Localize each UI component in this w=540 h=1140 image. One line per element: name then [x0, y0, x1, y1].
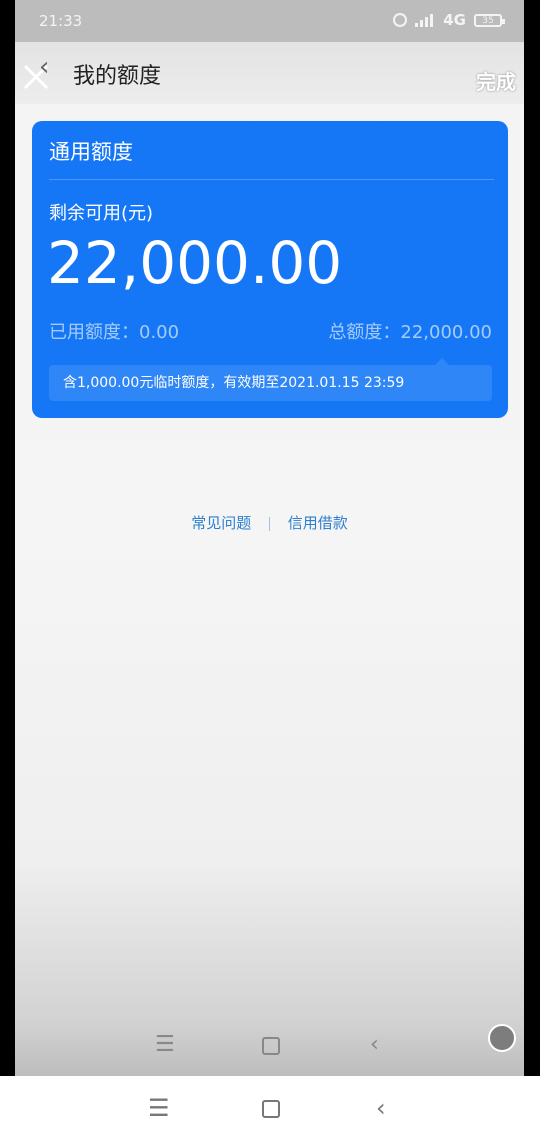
- back-icon[interactable]: ‹: [376, 1094, 386, 1122]
- system-nav-bar: ☰ ‹: [0, 1076, 540, 1140]
- done-button[interactable]: 完成: [476, 66, 516, 95]
- menu-icon[interactable]: ☰: [155, 1032, 175, 1057]
- card-divider: [49, 179, 494, 180]
- inner-nav-bar: ☰ ‹: [15, 1012, 524, 1076]
- faq-link[interactable]: 常见问题: [191, 514, 251, 532]
- remaining-amount: 22,000.00: [47, 229, 343, 297]
- credit-loan-link[interactable]: 信用借款: [288, 514, 348, 532]
- credit-limit-card: 通用额度 剩余可用(元) 22,000.00 已用额度：0.00 总额度：22,…: [32, 121, 508, 418]
- alarm-icon: [393, 13, 408, 27]
- status-time: 21:33: [39, 12, 83, 30]
- back-icon[interactable]: ‹: [370, 1032, 379, 1057]
- total-credit-label: 总额度：22,000.00: [328, 322, 492, 343]
- signal-icon: [415, 13, 435, 27]
- title-bar: ‹ 我的额度 完成: [15, 42, 524, 104]
- link-separator: [269, 516, 270, 531]
- home-icon[interactable]: [262, 1037, 280, 1055]
- home-icon[interactable]: [262, 1100, 280, 1118]
- card-title: 通用额度: [49, 140, 133, 164]
- back-chevron-icon[interactable]: ‹: [39, 52, 49, 82]
- page-title: 我的额度: [73, 64, 162, 89]
- help-links: 常见问题 信用借款: [15, 512, 524, 533]
- status-bar: 21:33 4G 35: [15, 0, 524, 42]
- app-screen: 21:33 4G 35 ‹ 我的额度 完成 通用额度 剩余可用(元) 22,00…: [15, 0, 524, 1076]
- assistive-touch-icon[interactable]: [488, 1024, 516, 1052]
- remaining-label: 剩余可用(元): [49, 203, 154, 224]
- temporary-limit-notice: 含1,000.00元临时额度，有效期至2021.01.15 23:59: [49, 365, 492, 401]
- status-icons: 4G 35: [393, 11, 505, 29]
- used-credit-label: 已用额度：0.00: [49, 322, 180, 343]
- battery-icon: 35: [474, 13, 505, 27]
- device-frame: 21:33 4G 35 ‹ 我的额度 完成 通用额度 剩余可用(元) 22,00…: [0, 0, 540, 1076]
- menu-icon[interactable]: ☰: [148, 1094, 170, 1122]
- network-type: 4G: [443, 11, 466, 29]
